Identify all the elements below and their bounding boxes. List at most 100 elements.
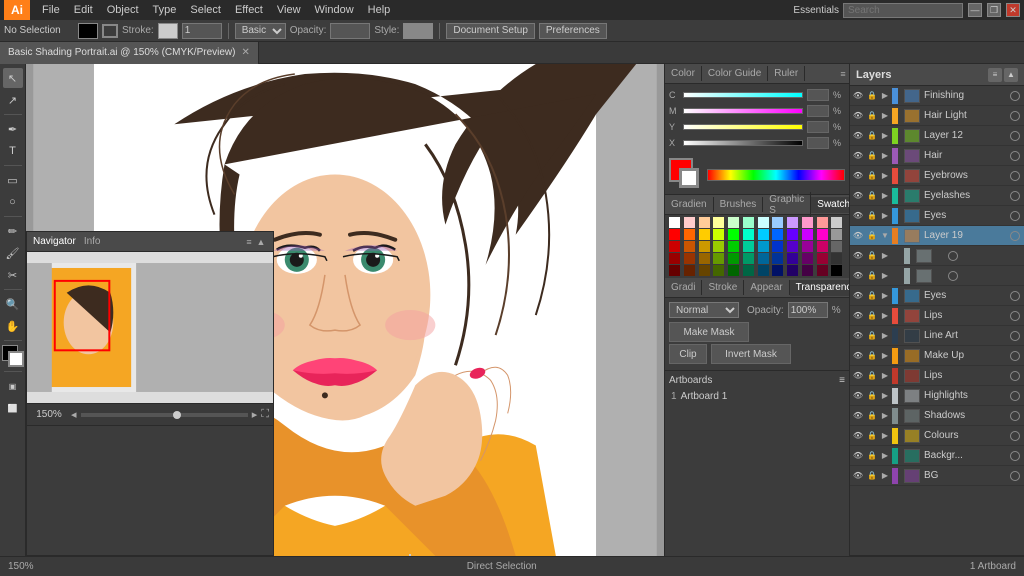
channel-m-bar[interactable] xyxy=(683,108,803,114)
layer-item[interactable]: 👁 🔒 ▶ BG xyxy=(850,466,1024,486)
layer-target-icon[interactable] xyxy=(948,271,958,281)
swatch-cell[interactable] xyxy=(699,253,710,264)
draw-mode-btn[interactable]: ▣ xyxy=(3,376,23,396)
swatch-cell[interactable] xyxy=(713,229,724,240)
swatch-cell[interactable] xyxy=(802,253,813,264)
swatch-cell[interactable] xyxy=(817,265,828,276)
hand-tool[interactable]: ✋ xyxy=(3,316,23,336)
menu-file[interactable]: File xyxy=(36,2,66,18)
artboards-menu-icon[interactable]: ≡ xyxy=(839,375,845,386)
swatch-cell[interactable] xyxy=(758,253,769,264)
swatch-cell[interactable] xyxy=(772,217,783,228)
tab-color[interactable]: Color xyxy=(665,66,702,81)
layer-lock-icon[interactable]: 🔒 xyxy=(866,290,878,302)
swatch-cell[interactable] xyxy=(772,241,783,252)
stroke-color-box[interactable] xyxy=(8,351,24,367)
invert-mask-button[interactable]: Invert Mask xyxy=(711,344,791,364)
tab-transparency[interactable]: Transparency xyxy=(790,280,849,296)
menu-view[interactable]: View xyxy=(271,2,307,18)
channel-x-bar[interactable] xyxy=(683,140,803,146)
tab-gradient[interactable]: Gradien xyxy=(665,197,714,212)
layer-expand-icon[interactable]: ▼ xyxy=(880,231,890,241)
layer-visibility-icon[interactable]: 👁 xyxy=(852,390,864,402)
swatch-cell[interactable] xyxy=(728,217,739,228)
artboard-item[interactable]: 1 Artboard 1 xyxy=(669,389,845,404)
layer-expand-icon[interactable]: ▶ xyxy=(880,471,890,481)
swatch-cell[interactable] xyxy=(713,253,724,264)
swatch-cell[interactable] xyxy=(787,217,798,228)
tab-brushes[interactable]: Brushes xyxy=(714,197,764,212)
layer-visibility-icon[interactable]: 👁 xyxy=(852,130,864,142)
layer-lock-icon[interactable]: 🔒 xyxy=(866,250,878,262)
layer-expand-icon[interactable]: ▶ xyxy=(880,191,890,201)
swatch-cell[interactable] xyxy=(699,217,710,228)
menu-object[interactable]: Object xyxy=(101,2,145,18)
layer-item[interactable]: 👁 🔒 ▶ Lips xyxy=(850,306,1024,326)
layer-item[interactable]: 👁 🔒 ▶ Eyelashes xyxy=(850,186,1024,206)
layer-visibility-icon[interactable]: 👁 xyxy=(852,190,864,202)
tab-info[interactable]: Info xyxy=(84,236,101,247)
document-setup-button[interactable]: Document Setup xyxy=(446,23,535,39)
channel-x-input[interactable] xyxy=(807,137,829,149)
swatch-cell[interactable] xyxy=(787,241,798,252)
layer-item[interactable]: 👁 🔒 ▶ Lips xyxy=(850,366,1024,386)
channel-m-input[interactable] xyxy=(807,105,829,117)
swatch-cell[interactable] xyxy=(743,217,754,228)
search-input[interactable] xyxy=(843,3,963,18)
layer-target-icon[interactable] xyxy=(1010,371,1020,381)
layer-expand-icon[interactable]: ▶ xyxy=(880,451,890,461)
layer-lock-icon[interactable]: 🔒 xyxy=(866,90,878,102)
navigator-menu[interactable]: ≡ xyxy=(243,236,255,248)
tab-stroke[interactable]: Stroke xyxy=(702,280,744,295)
layer-expand-icon[interactable]: ▶ xyxy=(880,131,890,141)
swatch-cell[interactable] xyxy=(787,265,798,276)
fill-swatch[interactable] xyxy=(78,23,98,39)
layer-target-icon[interactable] xyxy=(1010,411,1020,421)
layer-target-icon[interactable] xyxy=(1010,171,1020,181)
swatch-cell[interactable] xyxy=(743,241,754,252)
layer-item[interactable]: 👁 🔒 ▶ Hair xyxy=(850,146,1024,166)
layer-item[interactable]: 👁 🔒 ▶ Colours xyxy=(850,426,1024,446)
stroke-width[interactable] xyxy=(182,23,222,39)
layer-visibility-icon[interactable]: 👁 xyxy=(852,330,864,342)
ellipse-tool[interactable]: ○ xyxy=(3,192,23,212)
layer-expand-icon[interactable]: ▶ xyxy=(880,311,890,321)
layer-visibility-icon[interactable]: 👁 xyxy=(852,470,864,482)
swatch-cell[interactable] xyxy=(758,241,769,252)
swatch-cell[interactable] xyxy=(743,229,754,240)
layer-expand-icon[interactable]: ▶ xyxy=(880,291,890,301)
layer-visibility-icon[interactable]: 👁 xyxy=(852,310,864,322)
layer-lock-icon[interactable]: 🔒 xyxy=(866,150,878,162)
navigator-close[interactable]: ▲ xyxy=(255,236,267,248)
layer-target-icon[interactable] xyxy=(948,251,958,261)
tab-close-icon[interactable]: ✕ xyxy=(241,47,249,58)
swatch-cell[interactable] xyxy=(699,241,710,252)
layer-lock-icon[interactable]: 🔒 xyxy=(866,110,878,122)
swatch-cell[interactable] xyxy=(684,241,695,252)
layer-lock-icon[interactable]: 🔒 xyxy=(866,410,878,422)
rectangle-tool[interactable]: ▭ xyxy=(3,170,23,190)
layer-item[interactable]: 👁 🔒 ▶ xyxy=(850,266,1024,286)
tab-graphic-styles[interactable]: Graphic S xyxy=(763,192,811,218)
layer-item[interactable]: 👁 🔒 ▶ Eyebrows xyxy=(850,166,1024,186)
layer-visibility-icon[interactable]: 👁 xyxy=(852,90,864,102)
swatch-cell[interactable] xyxy=(802,229,813,240)
make-mask-button[interactable]: Make Mask xyxy=(669,322,749,342)
swatch-cell[interactable] xyxy=(684,229,695,240)
layer-expand-icon[interactable]: ▶ xyxy=(880,331,890,341)
swatch-cell[interactable] xyxy=(817,241,828,252)
swatch-cell[interactable] xyxy=(713,217,724,228)
layer-target-icon[interactable] xyxy=(1010,351,1020,361)
swatch-cell[interactable] xyxy=(669,265,680,276)
swatch-cell[interactable] xyxy=(802,265,813,276)
swatch-cell[interactable] xyxy=(669,217,680,228)
navigator-zoom-handle[interactable] xyxy=(173,411,181,419)
opacity-input[interactable]: 100% xyxy=(330,23,370,39)
layer-visibility-icon[interactable]: 👁 xyxy=(852,350,864,362)
layer-target-icon[interactable] xyxy=(1010,391,1020,401)
layer-expand-icon[interactable]: ▶ xyxy=(880,271,890,281)
menu-window[interactable]: Window xyxy=(309,2,360,18)
swatch-cell[interactable] xyxy=(684,253,695,264)
channel-c-input[interactable] xyxy=(807,89,829,101)
swatch-cell[interactable] xyxy=(684,265,695,276)
